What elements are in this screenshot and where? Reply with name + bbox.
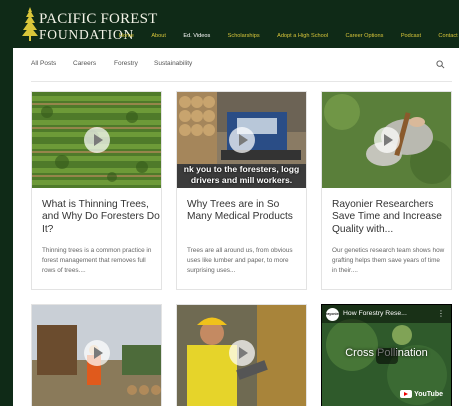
site-header: PACIFIC FOREST FOUNDATION Home About Ed.… [13,0,459,48]
nav-about[interactable]: About [151,33,166,39]
post-title[interactable]: Rayonier Researchers Save Time and Incre… [332,199,450,236]
video-caption-line2: drivers and mill workers. [190,175,293,185]
category-careers[interactable]: Careers [73,60,96,67]
youtube-play-button[interactable] [375,348,398,364]
youtube-embed[interactable]: rayonier How Forestry Rese... ⋮ Cross Po… [322,305,451,406]
nav-ed-videos[interactable]: Ed. Videos [183,33,210,39]
nav-contact[interactable]: Contact [438,33,457,39]
play-button[interactable] [228,127,255,153]
nav-home[interactable]: Home [119,33,134,39]
post-title[interactable]: Why Trees are in So Many Medical Product… [187,199,305,224]
play-button[interactable] [83,340,110,366]
video-thumbnail[interactable] [177,305,306,406]
youtube-logo-text: YouTube [414,390,443,398]
tree-logo-icon [22,7,38,41]
post-excerpt: Trees are all around us, from obvious us… [187,247,293,275]
brand-name-line1: PACIFIC FOREST [39,11,158,27]
play-button[interactable] [83,127,110,153]
post-excerpt: Our genetics research team shows how gra… [332,247,445,275]
search-icon[interactable] [436,60,445,69]
channel-avatar[interactable]: rayonier [326,308,340,321]
nav-podcast[interactable]: Podcast [401,33,421,39]
play-button[interactable] [228,340,255,366]
left-edge-strip [0,0,13,406]
video-card-youtube-embed[interactable]: rayonier How Forestry Rese... ⋮ Cross Po… [321,304,452,406]
video-title[interactable]: How Forestry Rese... [343,310,407,317]
youtube-title-bar: rayonier How Forestry Rese... ⋮ [322,305,451,323]
video-caption-line1: nk you to the foresters, logg [183,164,300,174]
nav-scholarships[interactable]: Scholarships [228,33,260,39]
post-excerpt: Thinning trees is a common practice in f… [42,247,152,275]
more-options-icon[interactable]: ⋮ [437,309,445,318]
post-title[interactable]: What is Thinning Trees, and Why Do Fores… [42,199,160,236]
video-card-logging[interactable] [31,304,162,406]
post-thumbnail[interactable] [322,92,451,188]
blog-category-bar: All Posts Careers Forestry Sustainabilit… [31,60,451,74]
youtube-logo-icon[interactable]: YouTube [400,389,443,399]
post-thumbnail[interactable]: nk you to the foresters, logg drivers an… [177,92,306,188]
main-nav: Home About Ed. Videos Scholarships Adopt… [119,33,459,39]
nav-adopt-a-high-school[interactable]: Adopt a High School [277,33,328,39]
post-card-thinning-trees[interactable]: What is Thinning Trees, and Why Do Fores… [31,91,162,290]
category-sustainability[interactable]: Sustainability [154,60,192,67]
post-card-medical-products[interactable]: nk you to the foresters, logg drivers an… [176,91,307,290]
nav-career-options[interactable]: Career Options [345,33,383,39]
video-card-forest-worker[interactable] [176,304,307,406]
post-card-rayonier-researchers[interactable]: Rayonier Researchers Save Time and Incre… [321,91,452,290]
post-thumbnail[interactable] [32,92,161,188]
category-all-posts[interactable]: All Posts [31,60,56,67]
category-forestry[interactable]: Forestry [114,60,138,67]
video-thumbnail[interactable] [32,305,161,406]
site-logo[interactable]: PACIFIC FOREST FOUNDATION [22,5,157,43]
play-button[interactable] [373,127,400,153]
category-divider [31,81,452,82]
